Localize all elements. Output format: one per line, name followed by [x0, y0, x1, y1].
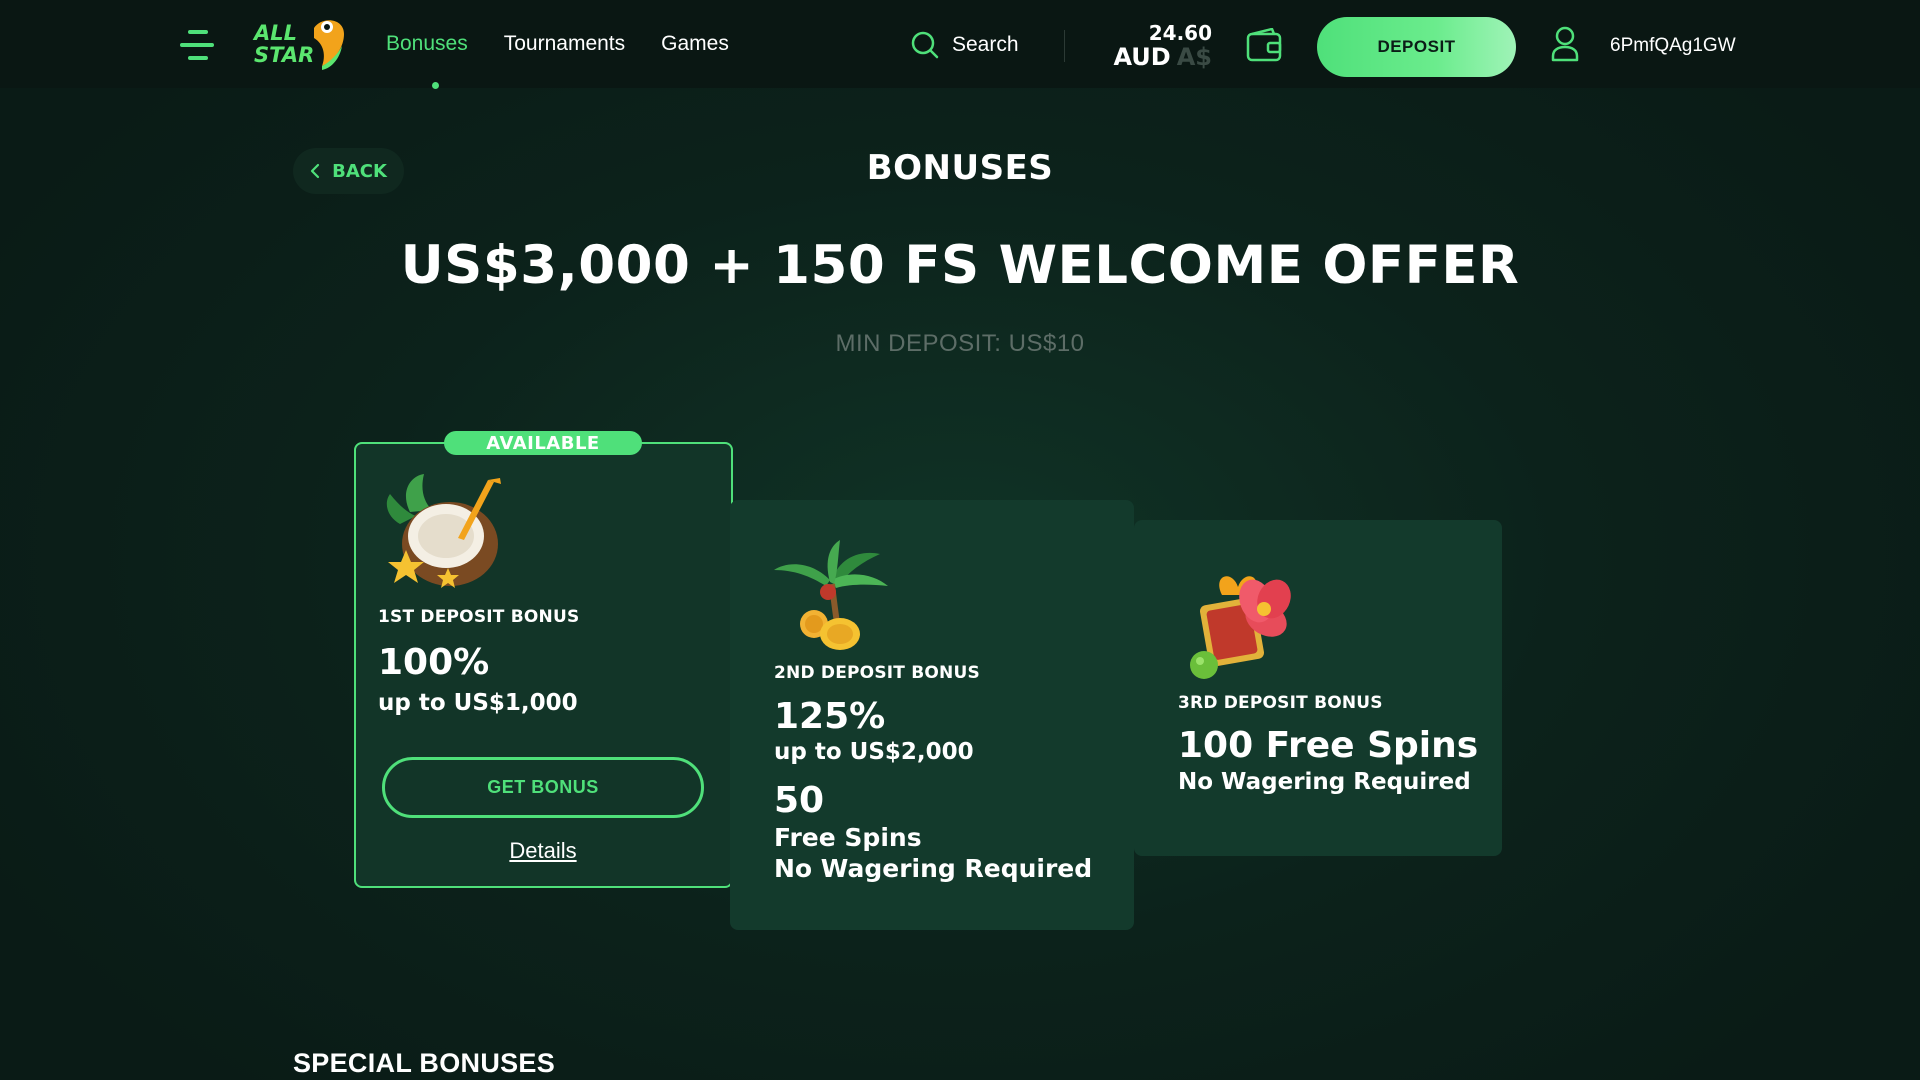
get-bonus-button[interactable]: GET BONUS [382, 757, 704, 818]
back-label: BACK [332, 160, 387, 182]
palm-coins-icon [774, 540, 888, 650]
details-link[interactable]: Details [443, 838, 643, 864]
header-divider [1064, 30, 1065, 62]
card-2-up-to: up to US$2,000 [774, 739, 974, 765]
balance-currency: AUD [1113, 43, 1171, 71]
search-button[interactable]: Search [910, 30, 1019, 60]
username[interactable]: 6PmfQAg1GW [1610, 35, 1736, 57]
welcome-offer-title: US$3,000 + 150 FS WELCOME OFFER [400, 235, 1520, 296]
back-button[interactable]: BACK [293, 148, 404, 194]
main-nav: Bonuses Tournaments Games [386, 32, 729, 56]
hamburger-menu-icon[interactable] [180, 30, 214, 62]
wallet-icon[interactable] [1246, 27, 1282, 66]
card-1-label: 1ST DEPOSIT BONUS [378, 607, 580, 627]
nav-games[interactable]: Games [661, 32, 729, 56]
flower-gift-icon [1190, 576, 1291, 679]
card-3-spins-title: 100 Free Spins [1178, 725, 1479, 766]
card-2-spins-note: No Wagering Required [774, 854, 1093, 883]
chevron-left-icon [310, 163, 320, 179]
card-2-spins-label: Free Spins [774, 823, 922, 852]
search-icon [911, 31, 939, 59]
search-label: Search [952, 33, 1019, 56]
card-3-label: 3RD DEPOSIT BONUS [1178, 693, 1383, 713]
available-badge: AVAILABLE [444, 431, 642, 455]
balance-display[interactable]: 24.60 AUD A$ [1100, 22, 1212, 70]
card-2-percent: 125% [774, 696, 886, 737]
card-1-percent: 100% [378, 642, 490, 683]
balance-symbol: A$ [1176, 43, 1212, 71]
svg-text:STAR: STAR [254, 43, 314, 67]
active-nav-indicator [432, 82, 439, 89]
top-header: ALL STAR Bonuses Tournaments Games Searc… [0, 0, 1920, 89]
min-deposit-text: MIN DEPOSIT: US$10 [835, 330, 1085, 357]
balance-amount: 24.60 [1148, 21, 1212, 45]
coconut-drink-icon [386, 474, 501, 588]
allstar-logo[interactable]: ALL STAR [252, 16, 348, 72]
page-title: BONUSES [866, 148, 1054, 188]
svg-text:ALL: ALL [252, 21, 297, 45]
card-1-up-to: up to US$1,000 [378, 690, 578, 716]
deposit-button[interactable]: DEPOSIT [1317, 17, 1516, 77]
user-icon[interactable] [1550, 26, 1580, 66]
card-2-spins-count: 50 [774, 780, 825, 821]
nav-tournaments[interactable]: Tournaments [504, 32, 625, 56]
nav-bonuses[interactable]: Bonuses [386, 32, 468, 56]
card-2-label: 2ND DEPOSIT BONUS [774, 663, 980, 683]
special-bonuses-title: SPECIAL BONUSES [293, 1048, 556, 1078]
card-3-spins-note: No Wagering Required [1178, 769, 1471, 795]
